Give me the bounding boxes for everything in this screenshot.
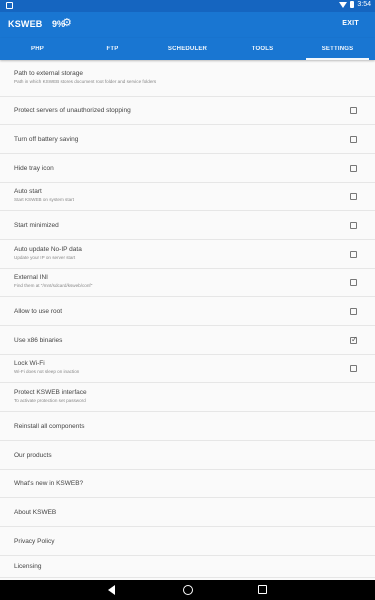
setting-title: What's new in KSWEB? — [14, 480, 84, 487]
recent-apps-icon[interactable] — [258, 585, 267, 594]
battery-icon — [350, 1, 355, 8]
tab-bar: PHP FTP SCHEDULER TOOLS SETTINGS — [0, 38, 375, 60]
setting-title: Licensing — [14, 563, 42, 570]
setting-checkbox[interactable] — [350, 135, 357, 143]
settings-row[interactable]: Hide tray icon — [0, 154, 375, 183]
settings-list: Path to external storage Path in which KS… — [0, 60, 375, 580]
setting-subtitle: Start KSWEB on system start — [14, 197, 74, 202]
setting-checkbox[interactable] — [350, 107, 357, 114]
gear-icon: ⚙ — [62, 17, 72, 29]
settings-row[interactable]: Licensing — [0, 556, 375, 578]
setting-title: Privacy Policy — [14, 537, 55, 545]
wifi-icon — [339, 1, 348, 8]
tab-tools[interactable]: TOOLS — [225, 38, 300, 60]
setting-title: Turn off battery saving — [14, 135, 79, 143]
setting-title: Protect KSWEB interface — [14, 388, 87, 396]
settings-row[interactable]: Auto start Start KSWEB on system start — [0, 183, 375, 211]
settings-row[interactable]: Start minimized — [0, 211, 375, 240]
home-icon[interactable] — [183, 585, 193, 595]
setting-title: Start minimized — [14, 221, 59, 229]
back-icon[interactable] — [108, 585, 115, 595]
setting-subtitle: Path in which KSWEB stores document root… — [14, 78, 157, 84]
app-bar: KSWEB 9% ⚙ EXIT — [0, 12, 375, 38]
settings-row[interactable]: Lock Wi-Fi Wi-Fi does not sleep on inacti… — [0, 355, 375, 383]
setting-title: Lock Wi-Fi — [14, 360, 45, 367]
tab-settings[interactable]: SETTINGS — [300, 38, 375, 60]
setting-title: Path to external storage — [14, 69, 84, 77]
setting-checkbox[interactable] — [350, 307, 357, 315]
settings-row[interactable]: Turn off battery saving — [0, 125, 375, 154]
app-title: KSWEB — [8, 19, 43, 29]
setting-title: Protect servers of unauthorized stopping — [14, 107, 131, 114]
setting-subtitle: Update your IP on server start — [14, 254, 76, 260]
tab-scheduler[interactable]: SCHEDULER — [150, 38, 225, 60]
settings-row[interactable]: Reinstall all components — [0, 412, 375, 441]
setting-checkbox[interactable] — [350, 164, 357, 172]
setting-subtitle: To activate protection set password — [14, 397, 86, 403]
setting-title: Auto update No-IP data — [14, 245, 82, 253]
settings-row[interactable]: Protect servers of unauthorized stopping — [0, 97, 375, 125]
setting-subtitle: Wi-Fi does not sleep on inaction — [14, 369, 80, 374]
settings-row[interactable]: Our products — [0, 441, 375, 470]
setting-checkbox[interactable] — [350, 250, 357, 258]
setting-subtitle: Find them at "/mnt/sdcard/ksweb/conf" — [14, 283, 93, 288]
settings-row[interactable]: Allow to use root — [0, 297, 375, 326]
setting-title: Our products — [14, 451, 52, 459]
setting-checkbox[interactable] — [350, 221, 357, 229]
settings-row[interactable]: Privacy Policy — [0, 527, 375, 556]
settings-row[interactable]: What's new in KSWEB? — [0, 470, 375, 498]
exit-button[interactable]: EXIT — [342, 20, 359, 27]
setting-title: External INI — [14, 274, 48, 281]
settings-row[interactable]: Path to external storage Path in which KS… — [0, 60, 375, 97]
setting-title: Auto start — [14, 188, 42, 195]
status-icons: 3:54 — [339, 1, 371, 8]
notification-icon — [6, 2, 13, 9]
status-bar: 3:54 — [0, 0, 375, 12]
setting-title: Reinstall all components — [14, 422, 85, 430]
tab-php[interactable]: PHP — [0, 38, 75, 60]
settings-row[interactable]: About KSWEB — [0, 498, 375, 527]
setting-title: About KSWEB — [14, 508, 57, 516]
settings-row[interactable]: Use x86 binaries — [0, 326, 375, 355]
setting-checkbox[interactable] — [350, 279, 357, 286]
navigation-bar — [0, 580, 375, 600]
settings-row[interactable]: Protect KSWEB interface To activate prote… — [0, 383, 375, 412]
setting-title: Use x86 binaries — [14, 336, 63, 344]
setting-title: Hide tray icon — [14, 164, 54, 172]
setting-checkbox[interactable] — [350, 335, 358, 344]
setting-checkbox[interactable] — [350, 365, 357, 372]
settings-row[interactable]: External INI Find them at "/mnt/sdcard/ks… — [0, 269, 375, 297]
setting-checkbox[interactable] — [350, 193, 357, 200]
settings-row[interactable]: Auto update No-IP data Update your IP on … — [0, 240, 375, 269]
setting-title: Allow to use root — [14, 307, 63, 315]
tab-ftp[interactable]: FTP — [75, 38, 150, 60]
status-time: 3:54 — [357, 1, 371, 8]
